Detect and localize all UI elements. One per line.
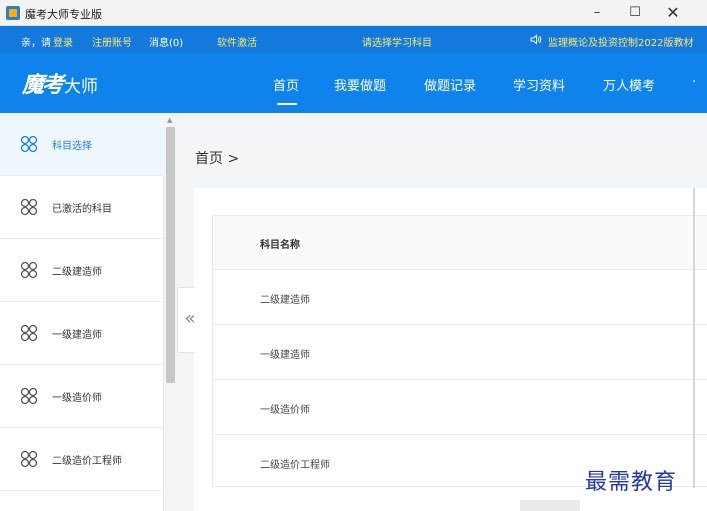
logo-text: 大师	[64, 77, 99, 97]
clover-icon	[20, 261, 38, 279]
table-row[interactable]: 一级建造师	[213, 325, 707, 380]
content-edge-divider	[693, 188, 695, 488]
clover-icon	[20, 450, 38, 468]
notice-marquee[interactable]: 监理概论及投资控制2022版教材	[548, 34, 693, 49]
tab-overflow[interactable]: ·	[692, 75, 696, 90]
clover-icon	[20, 198, 38, 216]
activate-software-link[interactable]: 软件激活	[217, 34, 257, 49]
clover-icon	[20, 387, 38, 405]
sidebar-item-label: 科目选择	[52, 141, 92, 152]
sidebar-item-subject-selection[interactable]: 科目选择	[0, 113, 164, 176]
subject-table: 科目名称 二级建造师 一级建造师 一级造价师 二级造价工程师	[212, 215, 707, 487]
greeting-text: 亲，请	[21, 38, 51, 49]
sidebar-item-label: 二级造价工程师	[52, 456, 122, 467]
sidebar-item-level1-constructor[interactable]: 一级建造师	[0, 302, 164, 365]
sidebar-item-level2-constructor[interactable]: 二级建造师	[0, 239, 164, 302]
select-subject-link[interactable]: 请选择学习科目	[362, 34, 432, 49]
sidebar-item-level2-cost-engineer[interactable]: 二级造价工程师	[0, 428, 164, 491]
breadcrumb[interactable]: 首页 >	[195, 148, 239, 168]
main-nav-bar: 魔考 大师 首页 我要做题 做题记录 学习资料 万人模考 ·	[0, 53, 707, 113]
table-row[interactable]: 一级造价师	[213, 380, 707, 435]
sidebar-item-label: 已激活的科目	[52, 204, 112, 215]
table-row[interactable]: 二级建造师	[213, 270, 707, 325]
minimize-button[interactable]: –	[578, 0, 616, 26]
tab-records[interactable]: 做题记录	[424, 75, 476, 94]
top-info-bar: 亲，请 登录 注册账号 消息(0) 软件激活 请选择学习科目 监理概论及投资控制…	[0, 26, 707, 53]
table-cell: 一级造价师	[260, 405, 310, 416]
sidebar-item-label: 一级造价师	[52, 393, 102, 404]
window-title-bar: 魔考大师专业版 – ☐ ✕	[0, 0, 707, 26]
sidebar-item-label: 一级建造师	[52, 330, 102, 341]
register-link[interactable]: 注册账号	[92, 34, 132, 49]
clover-icon	[20, 324, 38, 342]
maximize-button[interactable]: ☐	[616, 0, 654, 26]
tab-home[interactable]: 首页	[273, 75, 299, 94]
sidebar: 科目选择 已激活的科目 二级建造师 一级建造师 一级造价师 二级造价工程师	[0, 113, 164, 511]
app-icon	[6, 6, 20, 20]
logo: 魔考 大师	[22, 67, 99, 98]
tab-practice[interactable]: 我要做题	[334, 75, 386, 94]
messages-link[interactable]: 消息(0)	[149, 34, 183, 49]
scroll-up-arrow[interactable]: ▲	[167, 116, 172, 124]
sidebar-scrollbar-thumb[interactable]	[166, 127, 175, 383]
login-link[interactable]: 登录	[53, 34, 73, 49]
table-header: 科目名称	[213, 216, 707, 270]
column-header-subject-name: 科目名称	[260, 240, 300, 251]
window-title: 魔考大师专业版	[25, 8, 102, 21]
table-cell: 一级建造师	[260, 350, 310, 361]
close-button[interactable]: ✕	[654, 0, 692, 26]
table-cell: 二级造价工程师	[260, 460, 330, 471]
watermark-text: 最需教育	[585, 470, 678, 495]
tab-mock-exam[interactable]: 万人模考	[603, 75, 655, 94]
speaker-icon	[530, 34, 542, 48]
tab-materials[interactable]: 学习资料	[513, 75, 565, 94]
sidebar-item-activated-subjects[interactable]: 已激活的科目	[0, 176, 164, 239]
pagination-placeholder	[520, 500, 580, 511]
logo-calligraphy: 魔考	[22, 72, 64, 98]
active-tab-indicator	[277, 103, 297, 105]
sidebar-item-level1-cost-engineer[interactable]: 一级造价师	[0, 365, 164, 428]
sidebar-item-label: 二级建造师	[52, 267, 102, 278]
clover-icon	[20, 135, 38, 153]
table-cell: 二级建造师	[260, 295, 310, 306]
